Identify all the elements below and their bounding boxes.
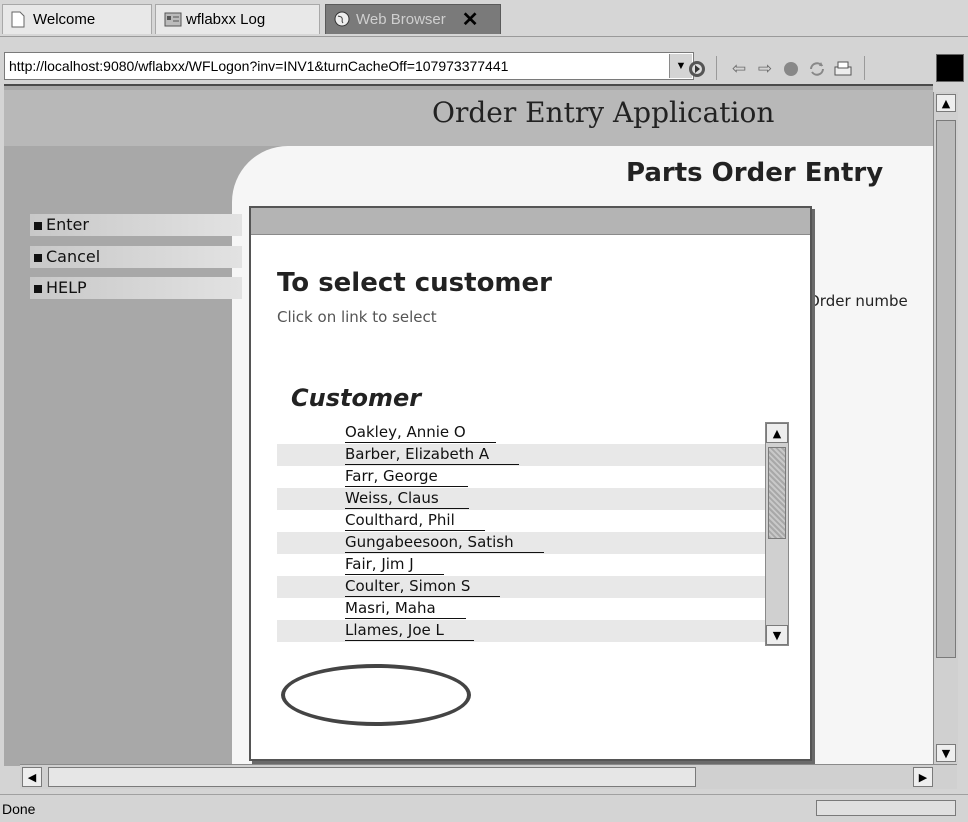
- bullet-icon: [34, 221, 42, 230]
- list-item: Gungabeesoon, Satish: [277, 532, 765, 554]
- url-text: http://localhost:9080/wflabxx/WFLogon?in…: [9, 58, 509, 74]
- popup-title-bar[interactable]: [251, 208, 810, 235]
- customer-link[interactable]: Barber, Elizabeth A: [345, 445, 520, 465]
- nav-label: Enter: [46, 215, 89, 234]
- popup-hint: Click on link to select: [277, 308, 437, 326]
- customer-list-title: Customer: [291, 384, 422, 412]
- customer-link[interactable]: Masri, Maha: [345, 599, 466, 619]
- highlight-ellipse: [281, 664, 471, 726]
- progress-bar: [816, 800, 956, 816]
- go-icon[interactable]: [686, 58, 708, 80]
- page-title: Parts Order Entry: [626, 158, 884, 188]
- customer-link[interactable]: Coulthard, Phil: [345, 511, 485, 531]
- app-header: Order Entry Application: [4, 90, 933, 146]
- list-item: Coulter, Simon S: [277, 576, 765, 598]
- customer-link[interactable]: Gungabeesoon, Satish: [345, 533, 544, 553]
- page-icon: [11, 11, 27, 29]
- scroll-up-icon[interactable]: ▲: [936, 94, 956, 112]
- log-icon: [164, 11, 182, 29]
- customer-list: Oakley, Annie O Barber, Elizabeth A Farr…: [277, 422, 790, 646]
- order-number-label: Order numbe: [808, 292, 908, 310]
- toolbar-separator: [716, 56, 717, 80]
- nav-label: Cancel: [46, 247, 101, 266]
- forward-icon[interactable]: ⇨: [754, 58, 776, 80]
- list-item: Llames, Joe L: [277, 620, 765, 642]
- customer-select-popup: To select customer Click on link to sele…: [249, 206, 812, 761]
- scroll-right-icon[interactable]: ▶: [913, 767, 933, 787]
- scroll-thumb[interactable]: [48, 767, 696, 787]
- list-scrollbar[interactable]: ▲ ▼: [765, 422, 789, 646]
- tab-web-browser[interactable]: Web Browser ✕: [325, 4, 501, 34]
- status-bar: Done: [0, 794, 968, 822]
- nav-help[interactable]: HELP: [30, 277, 242, 299]
- tab-label: wflabxx Log: [186, 11, 266, 28]
- scroll-thumb[interactable]: [936, 120, 956, 658]
- globe-icon: [334, 11, 350, 29]
- scroll-left-icon[interactable]: ◀: [22, 767, 42, 787]
- list-item: Farr, George: [277, 466, 765, 488]
- nav-cancel[interactable]: Cancel: [30, 246, 242, 268]
- list-item: Fair, Jim J: [277, 554, 765, 576]
- editor-tab-bar: Welcome wflabxx Log Web Browser ✕: [0, 0, 968, 37]
- print-icon[interactable]: [832, 58, 854, 80]
- close-icon[interactable]: ✕: [462, 7, 479, 32]
- stop-icon[interactable]: [780, 58, 802, 80]
- app-title: Order Entry Application: [432, 96, 775, 129]
- customer-link[interactable]: Llames, Joe L: [345, 621, 474, 641]
- status-text: Done: [2, 801, 36, 817]
- browser-toolbar: http://localhost:9080/wflabxx/WFLogon?in…: [0, 44, 968, 84]
- back-icon[interactable]: ⇦: [728, 58, 750, 80]
- list-item: Barber, Elizabeth A: [277, 444, 765, 466]
- bullet-icon: [34, 284, 42, 293]
- list-item: Coulthard, Phil: [277, 510, 765, 532]
- toolbar-separator: [864, 56, 865, 80]
- maximize-icon[interactable]: [936, 54, 964, 82]
- page-horizontal-scrollbar[interactable]: ◀ ▶: [20, 764, 957, 789]
- scroll-thumb[interactable]: [768, 447, 786, 539]
- bullet-icon: [34, 253, 42, 262]
- tab-label: Web Browser: [356, 11, 446, 28]
- list-item: Weiss, Claus: [277, 488, 765, 510]
- customer-link[interactable]: Coulter, Simon S: [345, 577, 501, 597]
- popup-heading: To select customer: [277, 268, 552, 298]
- refresh-icon[interactable]: [806, 58, 828, 80]
- page-vertical-scrollbar[interactable]: ▲ ▼: [933, 92, 958, 764]
- customer-link[interactable]: Weiss, Claus: [345, 489, 469, 509]
- customer-link[interactable]: Fair, Jim J: [345, 555, 444, 575]
- list-item: Oakley, Annie O: [277, 422, 765, 444]
- nav-label: HELP: [46, 278, 87, 297]
- url-input[interactable]: http://localhost:9080/wflabxx/WFLogon?in…: [4, 52, 694, 80]
- scroll-down-icon[interactable]: ▼: [766, 625, 788, 645]
- tab-welcome[interactable]: Welcome: [2, 4, 152, 34]
- customer-link[interactable]: Oakley, Annie O: [345, 423, 496, 443]
- scroll-up-icon[interactable]: ▲: [766, 423, 788, 443]
- scroll-down-icon[interactable]: ▼: [936, 744, 956, 762]
- customer-link[interactable]: Farr, George: [345, 467, 468, 487]
- list-item: Masri, Maha: [277, 598, 765, 620]
- web-page-viewport: Order Entry Application Parts Order Entr…: [4, 84, 933, 766]
- tab-wflabxx-log[interactable]: wflabxx Log: [155, 4, 320, 34]
- nav-enter[interactable]: Enter: [30, 214, 242, 236]
- tab-label: Welcome: [33, 11, 96, 28]
